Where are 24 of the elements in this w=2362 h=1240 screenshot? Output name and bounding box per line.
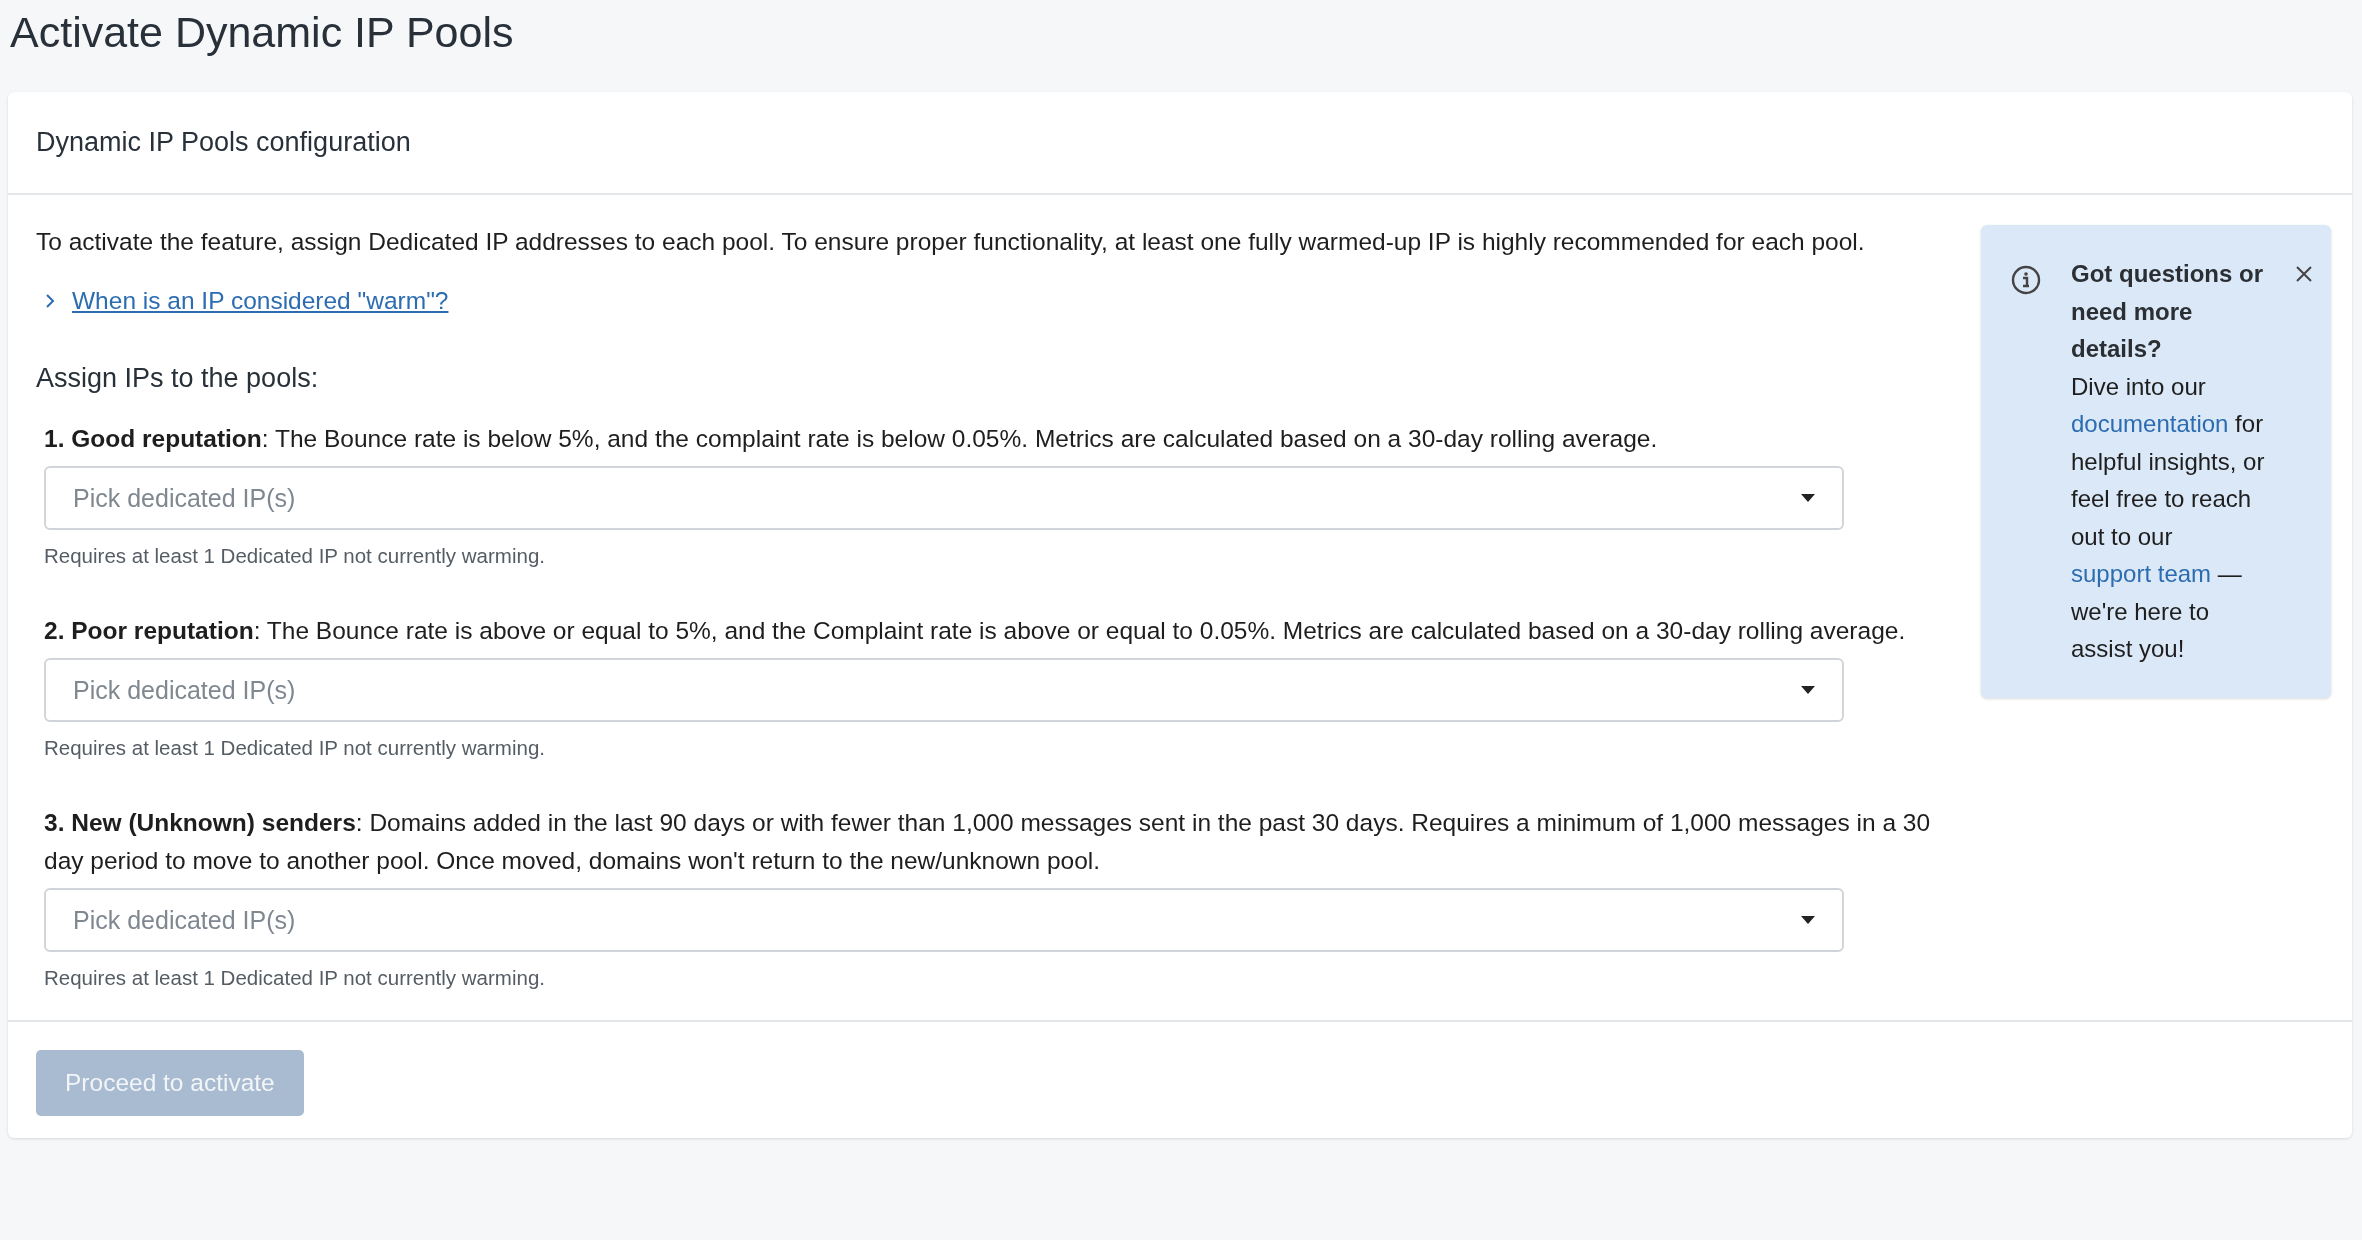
card-title: Dynamic IP Pools configuration — [36, 127, 411, 158]
info-text: Dive into our documentation for helpful insights, or feel free to reach out to our support team — we're here to assist you! — [2071, 371, 2266, 664]
section-title: Assign IPs to the pools: — [36, 363, 320, 394]
helper-text: Requires at least 1 Dedicated IP not currently warming. — [44, 966, 546, 990]
info-link[interactable]: documentation — [2071, 410, 2229, 437]
ip-select[interactable]: Pick dedicated IP(s) — [44, 888, 1844, 952]
caret-icon — [1800, 493, 1816, 503]
pool-description: 1. Good reputation: The Bounce rate is below 5%, and the complaint rate is below 0.05%. Metrics are calculated based on a 30-day rolling average. — [44, 424, 1659, 454]
ip-select[interactable]: Pick dedicated IP(s) — [44, 658, 1844, 722]
pool-description: 3. New (Unknown) senders: Domains added in the last 90 days or with fewer than 1,000 messages sent in the past 30 days. Requires a minimum of 1,000 messages in a 30 day period to move to another pool. Once moved, domains won't return to the new/unknown pool. — [44, 808, 1932, 876]
close-icon[interactable] — [2295, 265, 2313, 283]
info-icon — [2011, 265, 2041, 295]
ip-select[interactable]: Pick dedicated IP(s) — [44, 466, 1844, 530]
warm-disclosure-link[interactable]: When is an IP considered "warm"? — [44, 287, 449, 315]
page-title: Activate Dynamic IP Pools — [9, 7, 515, 58]
pool-description: 2. Poor reputation: The Bounce rate is above or equal to 5%, and the Complaint rate is above or equal to 0.05%. Metrics are calculated based on a 30-day rolling average. — [44, 616, 1907, 646]
chevron-icon — [44, 293, 56, 309]
helper-text: Requires at least 1 Dedicated IP not currently warming. — [44, 544, 546, 568]
caret-icon — [1800, 915, 1816, 925]
intro-text: To activate the feature, assign Dedicated IP addresses to each pool. To ensure proper functionality, at least one fully warmed-up IP is highly recommended for each pool. — [36, 227, 1866, 257]
info-link[interactable]: support team — [2071, 560, 2212, 587]
info-title: Got questions or need more details? — [2071, 259, 2264, 364]
helper-text: Requires at least 1 Dedicated IP not currently warming. — [44, 736, 546, 760]
caret-icon — [1800, 685, 1816, 695]
